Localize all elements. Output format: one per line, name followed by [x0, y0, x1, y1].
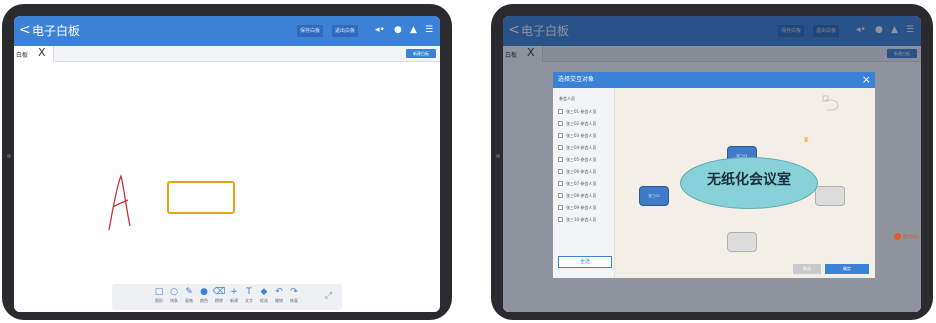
attendee-label: 张三01·参会人员 [566, 109, 597, 114]
attendee-label: 张三09·参会人员 [566, 205, 597, 210]
camera-dot [496, 154, 500, 158]
pen-icon: ✎ [185, 287, 193, 297]
attendee-label: 张三05·参会人员 [566, 157, 597, 162]
dialog-title: 选择交互对象 [558, 76, 595, 83]
settings-icon[interactable]: ● [394, 25, 402, 36]
checkbox[interactable] [558, 205, 563, 210]
close-icon[interactable]: × [862, 73, 871, 86]
tab-close-icon[interactable]: X [38, 47, 46, 59]
checkbox[interactable] [558, 217, 563, 222]
room-label: 无纸化会议室 [707, 172, 791, 188]
plus-icon: + [230, 287, 238, 297]
tab-bar: 白板 X 新建白板 [14, 46, 440, 62]
attendee-heading: 参会人员 [559, 96, 575, 101]
tab-whiteboard[interactable]: 白板 X [14, 46, 54, 62]
undo-icon: ↶ [275, 287, 283, 297]
drawn-rectangle [167, 181, 235, 214]
text-icon: T [246, 287, 252, 297]
seat-left[interactable]: 张三02 [639, 186, 669, 206]
seat-name: 张三02 [648, 194, 660, 198]
attendee-label: 张三10·参会人员 [566, 217, 597, 222]
checkbox[interactable] [558, 109, 563, 114]
tab-label: 白板 [16, 52, 29, 59]
tool-redo[interactable]: ↷ 恢复 [287, 287, 301, 304]
tool-label: 擦除 [215, 298, 223, 303]
checkbox[interactable] [558, 193, 563, 198]
redo-icon: ↷ [290, 287, 298, 297]
watermark-text: 数字科技 [903, 234, 919, 239]
right-screen: < 电子白板 保存白板 退出白板 ◂• ● ▲ ☰ 白板 X 新建白板 选择交互… [503, 16, 921, 312]
tool-label: 画笔 [185, 298, 193, 303]
tool-label: 撤销 [275, 298, 283, 303]
attendee-label: 张三08·参会人员 [566, 193, 597, 198]
tool-pen[interactable]: ✎ 画笔 [182, 287, 196, 304]
palette-icon: ● [200, 287, 208, 297]
crown-icon: ♛ [803, 136, 810, 144]
checkbox[interactable] [558, 121, 563, 126]
circle-icon: ○ [170, 287, 178, 297]
checkbox[interactable] [558, 169, 563, 174]
tool-text[interactable]: T 文字 [242, 287, 256, 304]
select-participants-dialog: 选择交互对象 × 参会人员 张三01·参会人员 张三02·参会人员 张三03·参… [553, 72, 875, 278]
left-tablet: < 电子白板 保存白板 退出白板 ◂• ● ▲ ☰ 白板 X 新建白板 □ 图形… [2, 4, 452, 320]
bell-icon[interactable]: ▲ [410, 25, 417, 36]
seat-right[interactable] [815, 186, 845, 206]
attendee-panel: 参会人员 张三01·参会人员 张三02·参会人员 张三03·参会人员 张三04·… [553, 88, 615, 278]
tool-label: 框选 [260, 298, 268, 303]
menu-icon[interactable]: ☰ [425, 25, 433, 36]
eraser-icon: ⌫ [212, 287, 226, 297]
handwritten-a-stroke [108, 174, 131, 231]
seating-layout: ♛ 张三01 张三02 无纸化会议室 [615, 88, 875, 278]
tool-label: 颜色 [200, 298, 208, 303]
canvas-drawing [108, 174, 235, 231]
audio-icon[interactable]: ◂• [375, 25, 385, 36]
tool-color[interactable]: ● 颜色 [197, 287, 211, 304]
left-screen: < 电子白板 保存白板 退出白板 ◂• ● ▲ ☰ 白板 X 新建白板 □ 图形… [14, 16, 440, 312]
save-whiteboard-button[interactable]: 保存白板 [297, 25, 324, 37]
tool-label: 图形 [155, 298, 163, 303]
exit-whiteboard-button[interactable]: 退出白板 [332, 25, 359, 37]
attendee-label: 张三07·参会人员 [566, 181, 597, 186]
attendee-label: 张三06·参会人员 [566, 169, 597, 174]
tool-label: 线条 [170, 298, 178, 303]
shape-icon: □ [154, 287, 164, 297]
attendee-label: 张三04·参会人员 [566, 145, 597, 150]
new-whiteboard-button[interactable]: 新建白板 [406, 49, 436, 58]
tool-new[interactable]: + 新建 [227, 287, 241, 304]
dialog-header: 选择交互对象 × [553, 72, 875, 88]
tool-eraser[interactable]: ⌫ 擦除 [212, 287, 226, 304]
right-tablet: < 电子白板 保存白板 退出白板 ◂• ● ▲ ☰ 白板 X 新建白板 选择交互… [491, 4, 933, 320]
tool-line[interactable]: ○ 线条 [167, 287, 181, 304]
checkbox[interactable] [558, 145, 563, 150]
expand-icon[interactable]: ⤢ [325, 291, 332, 301]
tool-label: 恢复 [290, 298, 298, 303]
watermark-logo-icon [894, 233, 901, 240]
select-all-button[interactable]: 全选 [558, 256, 612, 268]
confirm-button[interactable]: 确定 [825, 264, 869, 274]
camera-dot [7, 154, 11, 158]
drawing-canvas[interactable] [14, 62, 440, 312]
app-title: 电子白板 [32, 24, 81, 38]
select-icon: ◆ [260, 287, 268, 297]
checkbox[interactable] [558, 181, 563, 186]
drawing-toolbar: □ 图形 ○ 线条 ✎ 画笔 ● 颜色 ⌫ 擦除 + 新建 T 文字 ◆ 框选 ↶ 撤销 ↷ 恢复 … [112, 284, 342, 310]
attendee-label: 张三03·参会人员 [566, 133, 597, 138]
checkbox[interactable] [558, 157, 563, 162]
scene: < 电子白板 保存白板 退出白板 ◂• ● ▲ ☰ 白板 X 新建白板 □ 图形… [0, 0, 936, 323]
tool-label: 文字 [245, 298, 253, 303]
seat-bottom[interactable] [727, 232, 757, 252]
tool-select[interactable]: ◆ 框选 [257, 287, 271, 304]
tool-shape[interactable]: □ 图形 [152, 287, 166, 304]
tool-label: 新建 [230, 298, 238, 303]
attendee-label: 张三02·参会人员 [566, 121, 597, 126]
back-icon[interactable]: < [19, 22, 31, 38]
tool-undo[interactable]: ↶ 撤销 [272, 287, 286, 304]
cancel-button[interactable]: 取消 [793, 264, 821, 274]
checkbox[interactable] [558, 133, 563, 138]
hint-curve [825, 99, 839, 111]
app-header: < 电子白板 保存白板 退出白板 ◂• ● ▲ ☰ [14, 16, 440, 46]
